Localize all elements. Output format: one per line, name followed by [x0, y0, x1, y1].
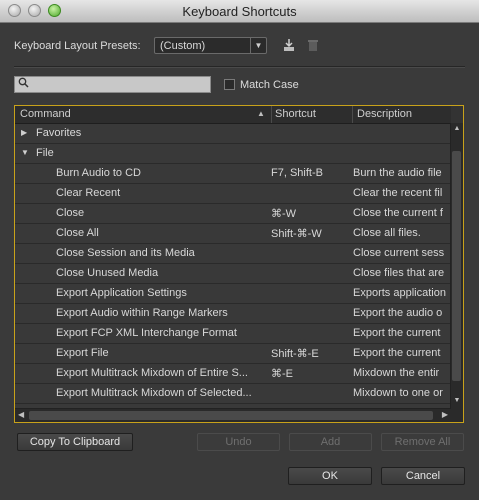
shortcuts-table: Command ▲ Shortcut Description ▶ Favorite…: [14, 105, 464, 423]
command-cell: Export Application Settings: [56, 287, 187, 299]
trash-icon[interactable]: [305, 38, 321, 54]
sort-ascending-icon: ▲: [257, 109, 265, 118]
chevron-down-icon: ▼: [250, 38, 266, 53]
scroll-corner: [451, 409, 463, 422]
command-cell: Export Multitrack Mixdown of Entire S...: [56, 367, 248, 379]
table-row[interactable]: Close Unused Media Close files that are: [15, 264, 451, 284]
command-cell: File: [36, 147, 54, 159]
presets-label: Keyboard Layout Presets:: [14, 40, 141, 52]
command-cell: Clear Recent: [56, 187, 121, 199]
description-cell: Export the current: [353, 347, 441, 359]
undo-button[interactable]: Undo: [197, 433, 280, 451]
remove-all-button[interactable]: Remove All: [381, 433, 464, 451]
description-cell: Exports application: [353, 287, 446, 299]
command-cell: Close: [56, 207, 85, 219]
scroll-up-icon[interactable]: ▲: [451, 125, 463, 135]
match-case-checkbox[interactable]: [224, 79, 235, 90]
title-bar: Keyboard Shortcuts: [0, 0, 479, 23]
table-row[interactable]: Export FCP XML Interchange Format Export …: [15, 324, 451, 344]
command-cell: Close Session and its Media: [56, 247, 195, 259]
shortcut-cell: ⌘-E: [271, 368, 293, 380]
table-row[interactable]: Close All Shift-⌘-W Close all files.: [15, 224, 451, 244]
match-case-label: Match Case: [240, 79, 299, 91]
description-cell: Close files that are: [353, 267, 445, 279]
horizontal-scrollbar[interactable]: ◀ ▶: [15, 408, 451, 422]
table-row[interactable]: Clear Recent Clear the recent fil: [15, 184, 451, 204]
disclosure-expanded-icon[interactable]: ▼: [21, 148, 29, 157]
command-cell: Export File: [56, 347, 109, 359]
scroll-left-icon[interactable]: ◀: [18, 410, 24, 419]
table-row[interactable]: Export Audio within Range Markers Export …: [15, 304, 451, 324]
add-button[interactable]: Add: [289, 433, 372, 451]
table-row[interactable]: Export File Shift-⌘-E Export the current: [15, 344, 451, 364]
divider: [14, 66, 465, 68]
presets-dropdown[interactable]: (Custom) ▼: [154, 37, 267, 54]
table-row[interactable]: Export Multitrack Mixdown of Entire S...…: [15, 364, 451, 384]
command-cell: Favorites: [36, 127, 82, 139]
disclosure-collapsed-icon[interactable]: ▶: [21, 128, 27, 137]
scroll-down-icon[interactable]: ▼: [451, 397, 463, 407]
vertical-scrollbar[interactable]: ▲ ▼: [450, 123, 463, 409]
table-row[interactable]: Close ⌘-W Close the current f: [15, 204, 451, 224]
description-cell: Close all files.: [353, 227, 421, 239]
horizontal-scroll-thumb[interactable]: [29, 411, 433, 420]
magnifier-icon: [18, 77, 29, 91]
group-row[interactable]: ▼ File: [15, 144, 451, 164]
cancel-button[interactable]: Cancel: [381, 467, 465, 485]
save-preset-icon[interactable]: [281, 38, 297, 54]
table-header: Command ▲ Shortcut Description: [15, 106, 451, 124]
table-body: ▶ Favorites ▼ File Burn Audio to CD F7, Shift…: [15, 124, 451, 409]
description-cell: Close the current f: [353, 207, 443, 219]
description-cell: Burn the audio file: [353, 167, 442, 179]
copy-to-clipboard-button[interactable]: Copy To Clipboard: [17, 433, 133, 451]
shortcut-cell: ⌘-W: [271, 208, 297, 220]
shortcut-cell: Shift-⌘-E: [271, 348, 319, 360]
window-title: Keyboard Shortcuts: [182, 4, 297, 19]
shortcut-cell: Shift-⌘-W: [271, 228, 322, 240]
command-cell: Export Multitrack Mixdown of Selected...: [56, 387, 252, 399]
search-input[interactable]: [14, 76, 211, 93]
command-cell: Burn Audio to CD: [56, 167, 141, 179]
description-cell: Export the current: [353, 327, 441, 339]
command-cell: Export Audio within Range Markers: [56, 307, 228, 319]
scroll-right-icon[interactable]: ▶: [442, 410, 448, 419]
ok-button[interactable]: OK: [288, 467, 372, 485]
table-row[interactable]: Export Multitrack Mixdown of Selected...…: [15, 384, 451, 404]
group-row[interactable]: ▶ Favorites: [15, 124, 451, 144]
command-cell: Export FCP XML Interchange Format: [56, 327, 237, 339]
column-shortcut[interactable]: Shortcut: [275, 108, 316, 120]
table-row[interactable]: Close Session and its Media Close current…: [15, 244, 451, 264]
command-cell: Close Unused Media: [56, 267, 159, 279]
description-cell: Clear the recent fil: [353, 187, 443, 199]
command-cell: Close All: [56, 227, 99, 239]
description-cell: Export the audio o: [353, 307, 443, 319]
description-cell: Mixdown to one or: [353, 387, 443, 399]
column-command[interactable]: Command: [20, 108, 71, 120]
column-description[interactable]: Description: [357, 108, 412, 120]
table-row[interactable]: Export Application Settings Exports appli…: [15, 284, 451, 304]
description-cell: Close current sess: [353, 247, 445, 259]
description-cell: Mixdown the entir: [353, 367, 440, 379]
vertical-scroll-thumb[interactable]: [452, 151, 461, 381]
shortcut-cell: F7, Shift-B: [271, 167, 323, 179]
presets-value: (Custom): [160, 40, 206, 52]
table-row[interactable]: Burn Audio to CD F7, Shift-B Burn the audi…: [15, 164, 451, 184]
